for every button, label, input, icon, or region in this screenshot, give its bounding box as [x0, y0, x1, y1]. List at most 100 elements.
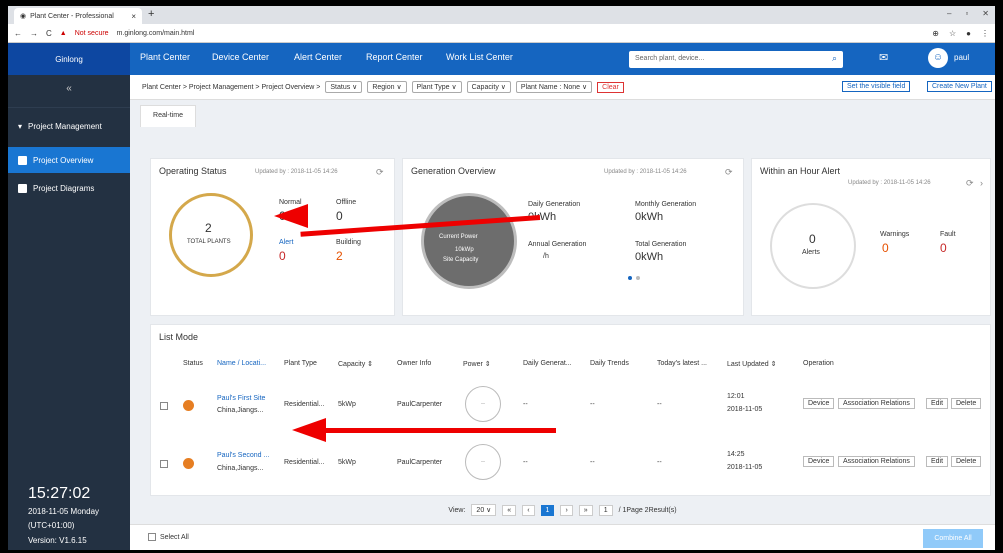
breadcrumb: Plant Center > Project Management > Proj… [142, 83, 321, 91]
plant-name-link[interactable]: Paul's First Site [217, 395, 265, 402]
nav-plant-center[interactable]: Plant Center [140, 52, 190, 62]
avatar[interactable]: ☺ [928, 48, 948, 68]
annual-gen-value: /h [543, 253, 549, 260]
mail-icon[interactable]: ✉ [879, 51, 888, 64]
delete-button[interactable]: Delete [951, 398, 982, 409]
edit-button[interactable]: Edit [926, 456, 949, 467]
create-plant-button[interactable]: Create New Plant [927, 81, 992, 92]
warning-icon: ▲ [59, 29, 67, 37]
last-updated-time: 12:01 [727, 393, 745, 400]
account-icon[interactable]: ● [966, 29, 971, 38]
forward-icon[interactable]: → [30, 29, 38, 38]
association-relations-button[interactable]: Association Relations [838, 456, 915, 467]
sidebar-item-project-diagrams[interactable]: Project Diagrams [8, 175, 130, 201]
device-button[interactable]: Device [803, 398, 835, 409]
search-input[interactable]: Search plant, device... ⌕ [629, 51, 843, 68]
select-all-checkbox[interactable] [148, 533, 156, 541]
minimize-button[interactable]: – [947, 9, 951, 18]
browser-window: ◉ Plant Center - Professional × + – ▫ ✕ … [8, 6, 995, 550]
device-button[interactable]: Device [803, 456, 835, 467]
date: 2018-11-05 Monday [28, 507, 100, 516]
carousel-dot-active[interactable] [628, 276, 632, 280]
row-checkbox[interactable] [160, 460, 168, 468]
nav-report-center[interactable]: Report Center [366, 52, 423, 62]
plant-name-link[interactable]: Paul's Second ... [217, 452, 269, 459]
refresh-icon[interactable]: ⟳ [725, 167, 733, 178]
user-name[interactable]: paul [954, 53, 969, 62]
col-power[interactable]: Power ⇕ [463, 360, 491, 368]
nav-device-center[interactable]: Device Center [212, 52, 269, 62]
page-size-select[interactable]: 20 ∨ [471, 504, 497, 516]
caret-down-icon: ▾ [18, 121, 23, 131]
address-actions: ⊕ ☆ ● ⋮ [932, 29, 989, 38]
daily-gen: -- [523, 459, 528, 466]
region-filter[interactable]: Region ∨ [367, 81, 407, 93]
prev-page-button[interactable]: ‹ [522, 504, 535, 516]
plant-type-filter[interactable]: Plant Type ∨ [411, 81, 462, 93]
list-title: List Mode [159, 332, 199, 342]
reload-icon[interactable]: C [46, 29, 52, 38]
building-status-icon [183, 458, 194, 469]
set-visible-field-button[interactable]: Set the visible field [842, 81, 911, 92]
page-1-button[interactable]: 1 [540, 504, 555, 516]
star-icon[interactable]: ☆ [949, 29, 956, 38]
collapse-sidebar-button[interactable]: « [8, 75, 130, 108]
back-icon[interactable]: ← [14, 29, 22, 38]
clear-button[interactable]: Clear [597, 81, 624, 93]
refresh-icon[interactable]: ⟳ [376, 167, 384, 178]
first-page-button[interactable]: « [502, 504, 517, 516]
sidebar-item-project-management[interactable]: ▾ Project Management [8, 113, 130, 139]
warnings-label: Warnings [880, 231, 910, 238]
col-capacity[interactable]: Capacity ⇕ [338, 360, 373, 368]
carousel-dot[interactable] [636, 276, 640, 280]
nav-work-list-center[interactable]: Work List Center [446, 52, 513, 62]
plant-capacity: 5kWp [338, 459, 356, 466]
status-filter[interactable]: Status ∨ [325, 81, 363, 93]
col-plant-type: Plant Type [284, 360, 317, 367]
nav-alert-center[interactable]: Alert Center [294, 52, 342, 62]
total-plants-ring [169, 193, 253, 277]
browser-tab[interactable]: ◉ Plant Center - Professional × [14, 8, 142, 24]
plant-name-filter[interactable]: Plant Name : None ∨ [515, 81, 593, 93]
url-field[interactable]: m.ginlong.com/main.html [117, 30, 195, 37]
fault-value: 0 [940, 241, 947, 255]
tab-real-time[interactable]: Real-time [140, 105, 196, 127]
address-bar: ← → C ▲ Not secure m.ginlong.com/main.ht… [8, 24, 995, 43]
row-checkbox[interactable] [160, 402, 168, 410]
select-all[interactable]: Select All [148, 533, 189, 541]
col-last-updated[interactable]: Last Updated ⇕ [727, 360, 776, 368]
last-page-button[interactable]: » [578, 504, 593, 516]
alert-value: 0 [279, 249, 286, 263]
goto-page-input[interactable]: 1 [598, 504, 613, 516]
col-name[interactable]: Name / Locati... [217, 360, 266, 367]
plant-type: Residential... [284, 401, 325, 408]
logo-text: Ginlong [55, 54, 83, 64]
combine-all-button[interactable]: Combine All [923, 529, 983, 548]
maximize-button[interactable]: ▫ [965, 9, 968, 18]
new-tab-button[interactable]: + [148, 8, 154, 20]
sidebar-item-label: Project Overview [33, 155, 94, 165]
chevron-right-icon[interactable]: › [980, 178, 983, 188]
generation-overview-card: Generation Overview Updated by : 2018-11… [402, 158, 744, 316]
delete-button[interactable]: Delete [951, 456, 982, 467]
edit-button[interactable]: Edit [926, 398, 949, 409]
sidebar-item-project-overview[interactable]: Project Overview [8, 147, 130, 173]
alert-label: Alert [279, 239, 294, 246]
annotation-arrow-head [274, 204, 308, 228]
tab-close-icon[interactable]: × [131, 12, 136, 21]
capacity-filter[interactable]: Capacity ∨ [466, 81, 511, 93]
close-window-button[interactable]: ✕ [982, 9, 989, 18]
association-relations-button[interactable]: Association Relations [838, 398, 915, 409]
site-capacity-label: Site Capacity [443, 257, 479, 263]
menu-icon[interactable]: ⋮ [981, 29, 989, 38]
total-gen-value: 0kWh [635, 251, 664, 263]
refresh-icon[interactable]: ⟳ [966, 178, 974, 189]
window-controls: – ▫ ✕ [947, 9, 989, 18]
logo[interactable]: Ginlong [8, 43, 130, 75]
list-mode-card: List Mode [150, 324, 991, 496]
zoom-icon[interactable]: ⊕ [932, 29, 939, 38]
card-title: Generation Overview [411, 166, 496, 176]
search-icon[interactable]: ⌕ [832, 53, 837, 64]
next-page-button[interactable]: › [560, 504, 573, 516]
annual-gen-label: Annual Generation [528, 241, 587, 248]
